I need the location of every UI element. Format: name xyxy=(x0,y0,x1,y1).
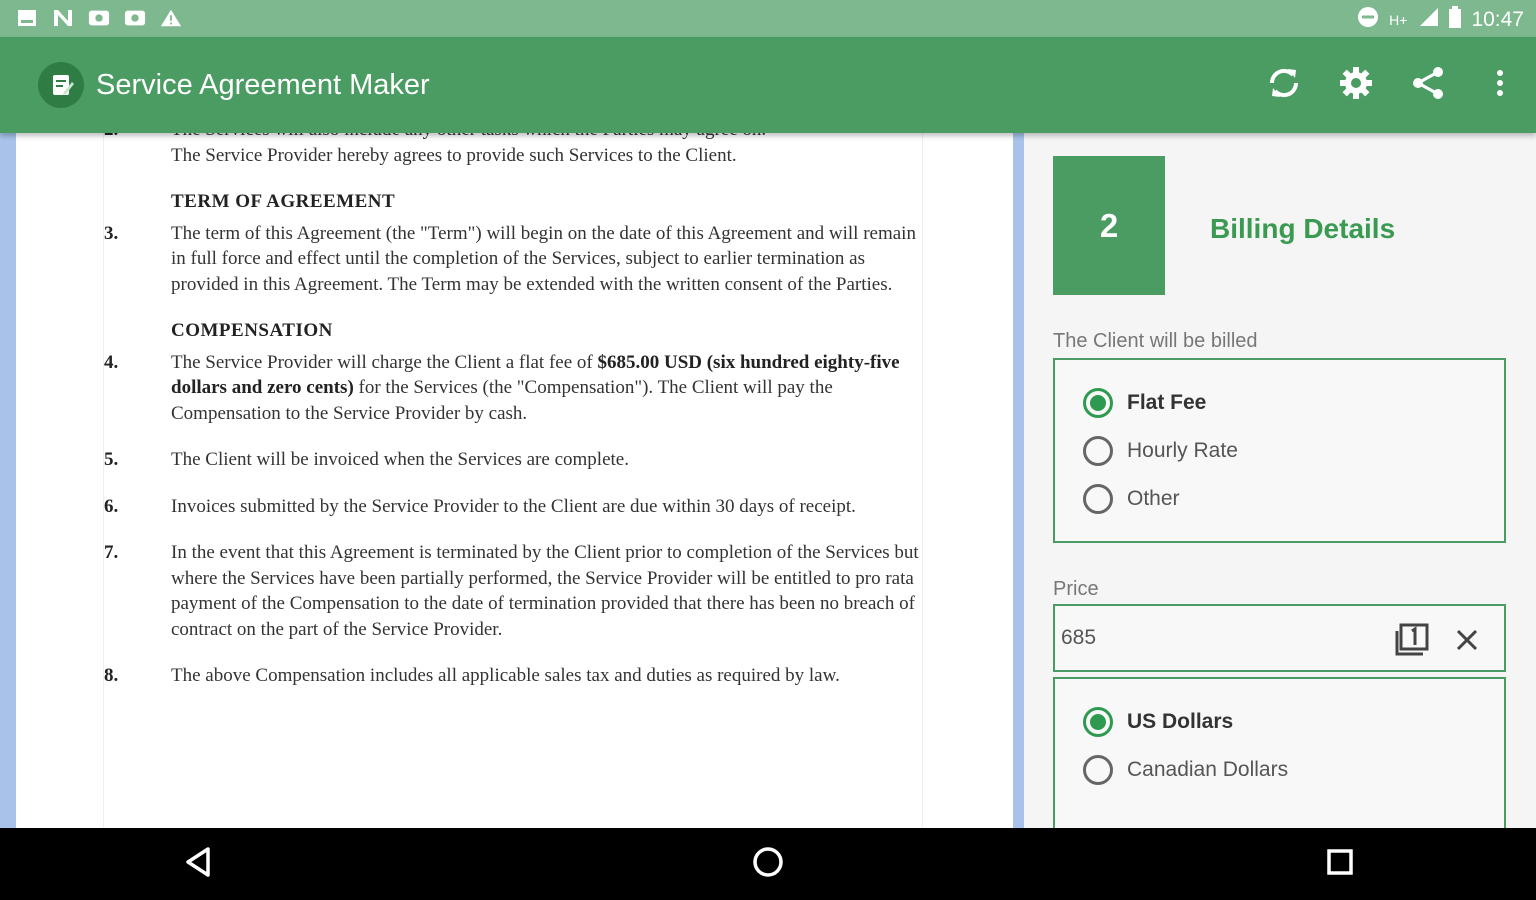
radio-label: Hourly Rate xyxy=(1127,439,1238,462)
more-vert-icon xyxy=(1495,68,1505,103)
document-preview-pane[interactable]: 2. The Services will also include any ot… xyxy=(0,133,1016,828)
radio-other[interactable]: Other xyxy=(1083,484,1180,514)
clear-icon[interactable] xyxy=(1447,620,1487,660)
currency-radio-group: US Dollars Canadian Dollars xyxy=(1053,677,1506,828)
radio-checked-icon xyxy=(1083,388,1113,418)
clause-7: 7. In the event that this Agreement is t… xyxy=(104,540,922,642)
billing-type-label: The Client will be billed xyxy=(1053,330,1258,352)
clause-text: The above Compensation includes all appl… xyxy=(171,665,840,686)
refresh-icon xyxy=(1265,64,1303,107)
billing-form-pane[interactable]: 2 Billing Details The Client will be bil… xyxy=(1016,133,1536,828)
settings-button[interactable] xyxy=(1320,63,1392,107)
refresh-button[interactable] xyxy=(1248,63,1320,107)
app-bar: Service Agreement Maker xyxy=(0,37,1536,133)
clause-text: The Service Provider will charge the Cli… xyxy=(171,350,922,427)
nav-recents-button[interactable] xyxy=(1310,842,1370,886)
clause-number: 7. xyxy=(104,542,119,563)
status-bar: H+ 10:47 xyxy=(0,0,1536,37)
radio-us-dollars[interactable]: US Dollars xyxy=(1083,707,1233,737)
step-title: Billing Details xyxy=(1210,213,1396,244)
clause-number: 3. xyxy=(104,222,119,244)
radio-checked-icon xyxy=(1083,707,1113,737)
clause-2: 2. The Services will also include any ot… xyxy=(104,133,922,168)
number-pad-icon[interactable] xyxy=(1392,620,1432,660)
radio-unchecked-icon xyxy=(1083,436,1113,466)
clause-3: 3. The term of this Agreement (the "Term… xyxy=(104,221,922,298)
clause-text: The Service Provider hereby agrees to pr… xyxy=(171,144,737,166)
share-icon xyxy=(1410,65,1446,106)
nav-back-button[interactable] xyxy=(168,842,228,886)
clock: 10:47 xyxy=(1471,8,1524,31)
clause-text: In the event that this Agreement is term… xyxy=(171,542,919,640)
overflow-menu-button[interactable] xyxy=(1464,63,1536,107)
clause-number: 2. xyxy=(104,133,118,143)
clause-number: 5. xyxy=(104,449,119,470)
gallery-notification-icon xyxy=(16,7,38,29)
recents-icon xyxy=(1325,847,1355,882)
clause-8: 8. The above Compensation includes all a… xyxy=(104,663,922,689)
share-button[interactable] xyxy=(1392,63,1464,107)
app-bar-actions xyxy=(1248,63,1536,107)
radio-hourly-rate[interactable]: Hourly Rate xyxy=(1083,436,1238,466)
clause-number: 6. xyxy=(104,495,119,517)
nav-home-button[interactable] xyxy=(738,842,798,886)
compensation-heading: COMPENSATION xyxy=(171,320,333,341)
radio-canadian-dollars[interactable]: Canadian Dollars xyxy=(1083,755,1288,785)
network-type-label: H+ xyxy=(1389,12,1408,28)
back-icon xyxy=(183,846,213,883)
app-logo-icon xyxy=(38,62,84,108)
radio-unchecked-icon xyxy=(1083,484,1113,514)
margin-line xyxy=(922,133,923,828)
clause-text: The Client will be invoiced when the Ser… xyxy=(171,449,629,470)
n-notification-icon xyxy=(52,7,74,29)
clause-number: 8. xyxy=(104,665,119,686)
signal-icon xyxy=(1417,7,1439,33)
price-input[interactable]: 685 xyxy=(1053,604,1506,672)
clause-text: The Services will also include any other… xyxy=(171,133,922,143)
mail-notification-icon xyxy=(88,7,110,29)
billing-type-radio-group: Flat Fee Hourly Rate Other xyxy=(1053,358,1506,543)
app-title: Service Agreement Maker xyxy=(96,69,430,101)
notification-icons xyxy=(16,7,182,29)
price-value: 685 xyxy=(1061,626,1097,649)
term-heading: TERM OF AGREEMENT xyxy=(171,191,396,212)
clause-text: The term of this Agreement (the "Term") … xyxy=(171,222,916,295)
system-nav-bar xyxy=(0,828,1536,900)
clause-5: 5. The Client will be invoiced when the … xyxy=(104,447,922,473)
document-page: 2. The Services will also include any ot… xyxy=(16,133,1013,828)
price-label: Price xyxy=(1053,578,1099,600)
radio-flat-fee[interactable]: Flat Fee xyxy=(1083,388,1206,418)
step-number-badge: 2 xyxy=(1053,156,1165,295)
mail-notification-icon xyxy=(124,7,146,29)
radio-label: Flat Fee xyxy=(1127,391,1207,414)
clause-4: 4. The Service Provider will charge the … xyxy=(104,350,922,427)
system-icons: H+ 10:47 xyxy=(1357,6,1524,34)
do-not-disturb-icon xyxy=(1357,6,1379,34)
clause-6: 6. Invoices submitted by the Service Pro… xyxy=(104,494,922,520)
clause-text-part: The Service Provider will charge the Cli… xyxy=(171,351,598,373)
settings-icon xyxy=(1338,65,1374,106)
radio-label: Canadian Dollars xyxy=(1127,758,1289,781)
warning-icon xyxy=(160,7,182,29)
battery-icon xyxy=(1449,6,1462,34)
agreement-text: 2. The Services will also include any ot… xyxy=(104,133,922,689)
radio-unchecked-icon xyxy=(1083,755,1113,785)
clause-text: Invoices submitted by the Service Provid… xyxy=(171,495,856,517)
radio-label: Other xyxy=(1127,487,1180,510)
home-icon xyxy=(751,845,785,884)
clause-number: 4. xyxy=(104,351,119,373)
radio-label: US Dollars xyxy=(1127,710,1234,733)
